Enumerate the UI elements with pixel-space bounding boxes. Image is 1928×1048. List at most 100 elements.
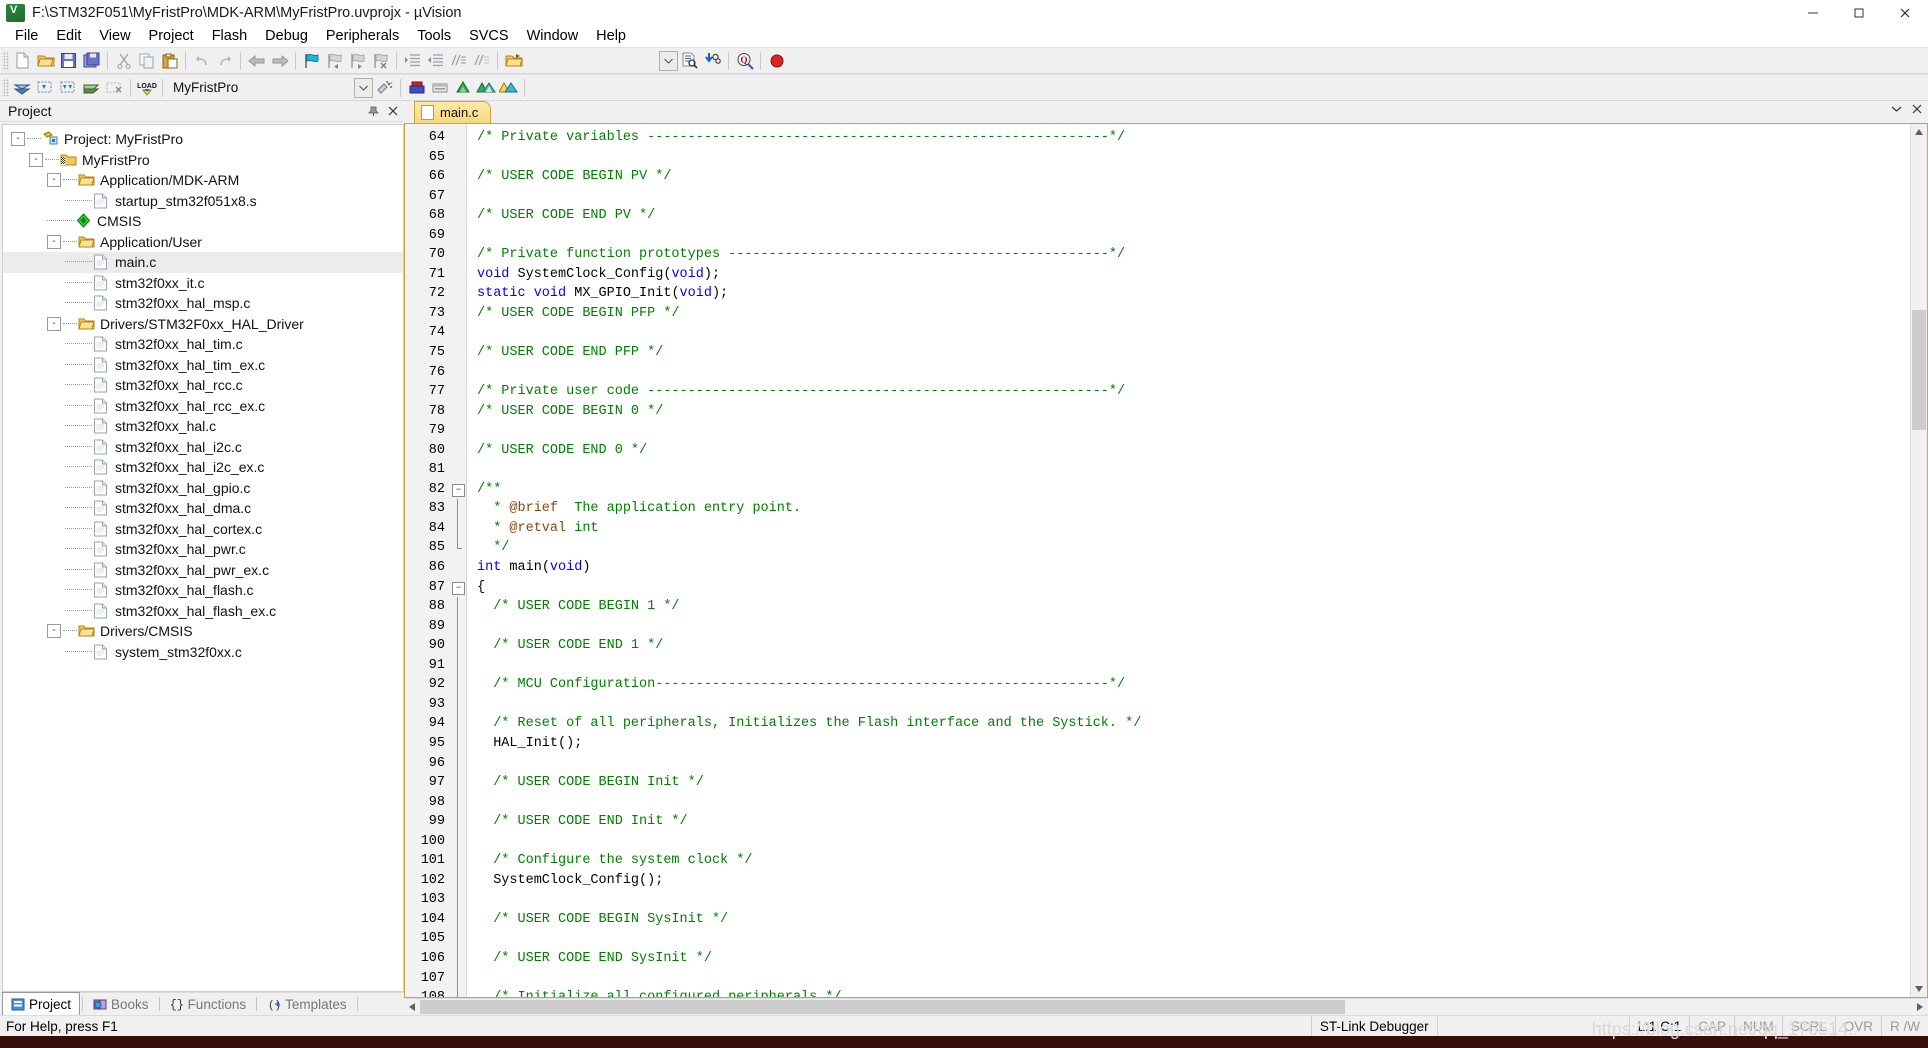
- toolbar-grip[interactable]: [2, 51, 9, 70]
- code-line[interactable]: /* USER CODE BEGIN 1 */: [477, 597, 1910, 617]
- tree-item-stm32f0xx-hal-gpio-c[interactable]: stm32f0xx_hal_gpio.c: [3, 478, 403, 499]
- vertical-scroll-track[interactable]: [1911, 140, 1927, 981]
- code-editor[interactable]: 64 65 66 67 68 69 70 71 72 73 74 75 76 77 78 79 80 81 82 83…: [404, 123, 1928, 998]
- fold-marker[interactable]: [450, 733, 466, 754]
- fold-marker[interactable]: [450, 870, 466, 891]
- fold-marker[interactable]: [450, 812, 466, 832]
- fold-marker[interactable]: [450, 831, 466, 852]
- code-line[interactable]: /* USER CODE END PFP */: [477, 343, 1910, 363]
- code-line[interactable]: [477, 187, 1910, 207]
- multi-project-icon[interactable]: [451, 77, 474, 99]
- fold-collapse-icon[interactable]: −: [452, 581, 465, 595]
- tree-item-stm32f0xx-hal-rcc-c[interactable]: stm32f0xx_hal_rcc.c: [3, 375, 403, 396]
- code-line[interactable]: * @retval int: [477, 519, 1910, 539]
- code-line[interactable]: /* USER CODE END 1 */: [477, 636, 1910, 656]
- scroll-down-arrow-icon[interactable]: [1911, 981, 1927, 997]
- tree-item-drivers-cmsis[interactable]: - Drivers/CMSIS: [3, 621, 403, 642]
- fold-marker[interactable]: [450, 988, 466, 997]
- tree-item-stm32f0xx-it-c[interactable]: stm32f0xx_it.c: [3, 273, 403, 294]
- code-line[interactable]: [477, 226, 1910, 246]
- fold-marker[interactable]: [450, 851, 466, 871]
- code-line[interactable]: /* Configure the system clock */: [477, 851, 1910, 871]
- code-line[interactable]: /* USER CODE END Init */: [477, 812, 1910, 832]
- close-button[interactable]: [1882, 0, 1928, 25]
- pack-installer-icon[interactable]: [405, 77, 428, 99]
- tree-item-stm32f0xx-hal-flash-ex-c[interactable]: stm32f0xx_hal_flash_ex.c: [3, 601, 403, 622]
- open-folder-icon[interactable]: [502, 50, 525, 72]
- comment-icon[interactable]: [447, 50, 470, 72]
- code-line[interactable]: /* USER CODE END PV */: [477, 206, 1910, 226]
- maximize-button[interactable]: [1836, 0, 1882, 25]
- tree-item-stm32f0xx-hal-tim-c[interactable]: stm32f0xx_hal_tim.c: [3, 334, 403, 355]
- tree-item-system-stm32f0xx-c[interactable]: system_stm32f0xx.c: [3, 642, 403, 663]
- menu-project[interactable]: Project: [140, 26, 203, 46]
- navigate-back-icon[interactable]: [245, 50, 268, 72]
- tree-item-cmsis[interactable]: CMSIS: [3, 211, 403, 232]
- menu-view[interactable]: View: [90, 26, 139, 46]
- select-target-icon-2[interactable]: [497, 77, 520, 99]
- build-icon[interactable]: [34, 77, 57, 99]
- fold-marker[interactable]: [450, 518, 466, 539]
- rebuild-icon[interactable]: [57, 77, 80, 99]
- tree-item-application-mdk-arm[interactable]: - Application/MDK-ARM: [3, 170, 403, 191]
- code-line[interactable]: /* Private user code -------------------…: [477, 382, 1910, 402]
- menu-peripherals[interactable]: Peripherals: [317, 26, 408, 46]
- tree-item-myfristpro[interactable]: - MyFristPro: [3, 150, 403, 171]
- vertical-scroll-thumb[interactable]: [1912, 310, 1926, 430]
- fold-marker[interactable]: [450, 694, 466, 715]
- minimize-button[interactable]: [1790, 0, 1836, 25]
- fold-marker[interactable]: [450, 597, 466, 617]
- fold-marker[interactable]: [450, 753, 466, 774]
- menu-tools[interactable]: Tools: [408, 26, 460, 46]
- code-line[interactable]: [477, 754, 1910, 774]
- undo-icon[interactable]: [190, 50, 213, 72]
- menu-edit[interactable]: Edit: [47, 26, 90, 46]
- copy-icon[interactable]: [135, 50, 158, 72]
- tree-item-stm32f0xx-hal-flash-c[interactable]: stm32f0xx_hal_flash.c: [3, 580, 403, 601]
- bottom-tab-templates[interactable]: () Templates: [259, 993, 355, 1016]
- indent-right-icon[interactable]: [401, 50, 424, 72]
- horizontal-scroll-track[interactable]: [420, 999, 1912, 1015]
- tree-item-stm32f0xx-hal-cortex-c[interactable]: stm32f0xx_hal_cortex.c: [3, 519, 403, 540]
- code-line[interactable]: /* Private variables -------------------…: [477, 128, 1910, 148]
- target-options-dropdown[interactable]: [354, 77, 374, 98]
- tree-expander-icon[interactable]: -: [47, 624, 61, 639]
- fold-marker[interactable]: [450, 616, 466, 637]
- navigate-forward-icon[interactable]: [268, 50, 291, 72]
- menu-file[interactable]: File: [6, 26, 47, 46]
- code-line[interactable]: /* USER CODE END 0 */: [477, 441, 1910, 461]
- select-target-icon[interactable]: [474, 77, 497, 99]
- tree-item-stm32f0xx-hal-tim-ex-c[interactable]: stm32f0xx_hal_tim_ex.c: [3, 355, 403, 376]
- menu-svcs[interactable]: SVCS: [460, 26, 518, 46]
- project-tree[interactable]: - Project: MyFristPro - MyFristPro - Applicat…: [3, 125, 403, 662]
- tree-item-application-user[interactable]: - Application/User: [3, 232, 403, 253]
- code-vertical-scrollbar[interactable]: [1910, 124, 1927, 997]
- menu-window[interactable]: Window: [518, 26, 588, 46]
- code-line[interactable]: [477, 890, 1910, 910]
- tree-expander-icon[interactable]: -: [47, 316, 61, 331]
- tree-item-stm32f0xx-hal-i2c-ex-c[interactable]: stm32f0xx_hal_i2c_ex.c: [3, 457, 403, 478]
- fold-marker[interactable]: [450, 636, 466, 656]
- bottom-tab-books[interactable]: Books: [85, 993, 157, 1016]
- code-line[interactable]: /* USER CODE BEGIN 0 */: [477, 402, 1910, 422]
- tree-item-main-c[interactable]: main.c: [3, 252, 403, 273]
- tree-expander-icon[interactable]: -: [11, 132, 25, 147]
- code-horizontal-scrollbar[interactable]: [404, 998, 1928, 1015]
- code-line[interactable]: [477, 969, 1910, 989]
- fold-marker[interactable]: [450, 655, 466, 676]
- paste-icon[interactable]: [158, 50, 181, 72]
- code-line[interactable]: [477, 323, 1910, 343]
- scroll-left-arrow-icon[interactable]: [404, 999, 420, 1015]
- cut-icon[interactable]: [112, 50, 135, 72]
- manage-rte-icon[interactable]: [428, 77, 451, 99]
- code-line[interactable]: * @brief The application entry point.: [477, 499, 1910, 519]
- fold-marker[interactable]: [450, 948, 466, 969]
- find-in-files-icon[interactable]: [678, 50, 701, 72]
- fold-marker[interactable]: [450, 499, 466, 519]
- code-line[interactable]: /* Private function prototypes ---------…: [477, 245, 1910, 265]
- code-line[interactable]: /* USER CODE BEGIN PV */: [477, 167, 1910, 187]
- code-line[interactable]: [477, 929, 1910, 949]
- code-line[interactable]: [477, 656, 1910, 676]
- target-options-icon[interactable]: [373, 77, 396, 99]
- bookmark-next-icon[interactable]: [346, 50, 369, 72]
